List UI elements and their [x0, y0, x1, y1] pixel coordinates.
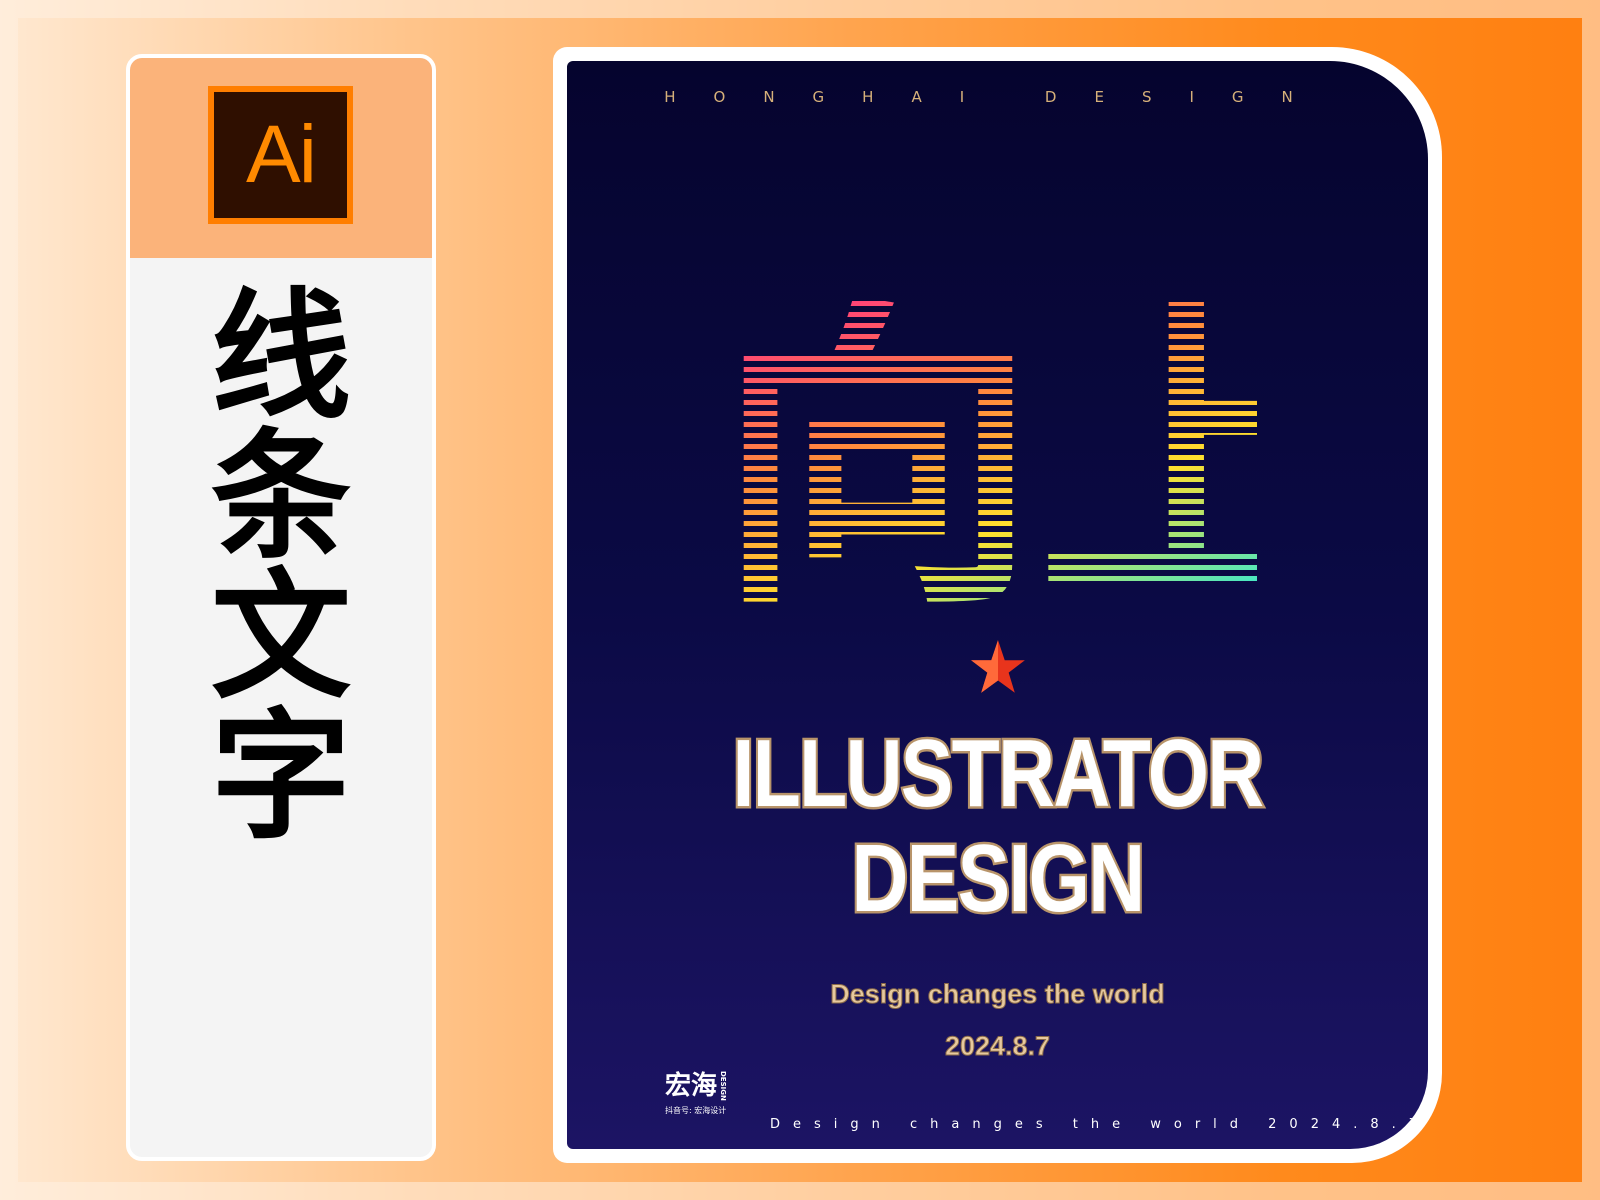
art-text: 向上 — [717, 301, 1257, 621]
illustrator-logo: Ai — [208, 86, 353, 224]
headline-2: DESIGN — [849, 825, 1147, 932]
star-icon — [971, 640, 1025, 693]
title-char: 字 — [210, 696, 351, 859]
brand-text: HONGHAI DESIGN — [664, 88, 1331, 106]
date: 2024.8.7 — [944, 1031, 1051, 1062]
title-char: 条 — [210, 416, 351, 579]
tagline: Design changes the world — [830, 979, 1166, 1010]
title-char: 线 — [210, 276, 351, 439]
footer-logo-side: DESIGN — [719, 1071, 728, 1101]
title-char: 文 — [210, 556, 351, 719]
logo-text: Ai — [246, 109, 317, 200]
footer-logo-text: 宏海 — [665, 1071, 718, 1101]
headline-1: ILLUSTRATOR — [730, 720, 1266, 827]
line-art-text: 向上 — [717, 201, 1257, 621]
title-card: Ai 线 条 文 字 — [126, 54, 436, 1161]
vertical-title: 线 条 文 字 — [130, 288, 432, 848]
footer-logo: 宏海 DESIGN 抖音号: 宏海设计 — [665, 1071, 727, 1116]
footer-text: Design changes the world 2024.8.7 — [770, 1117, 1428, 1132]
poster: 向上 HONGHAI DESIGN ILLUSTRATOR DESIGN Des… — [567, 61, 1428, 1149]
footer-logo-sub: 抖音号: 宏海设计 — [665, 1106, 727, 1115]
poster-frame: 向上 HONGHAI DESIGN ILLUSTRATOR DESIGN Des… — [553, 47, 1442, 1163]
